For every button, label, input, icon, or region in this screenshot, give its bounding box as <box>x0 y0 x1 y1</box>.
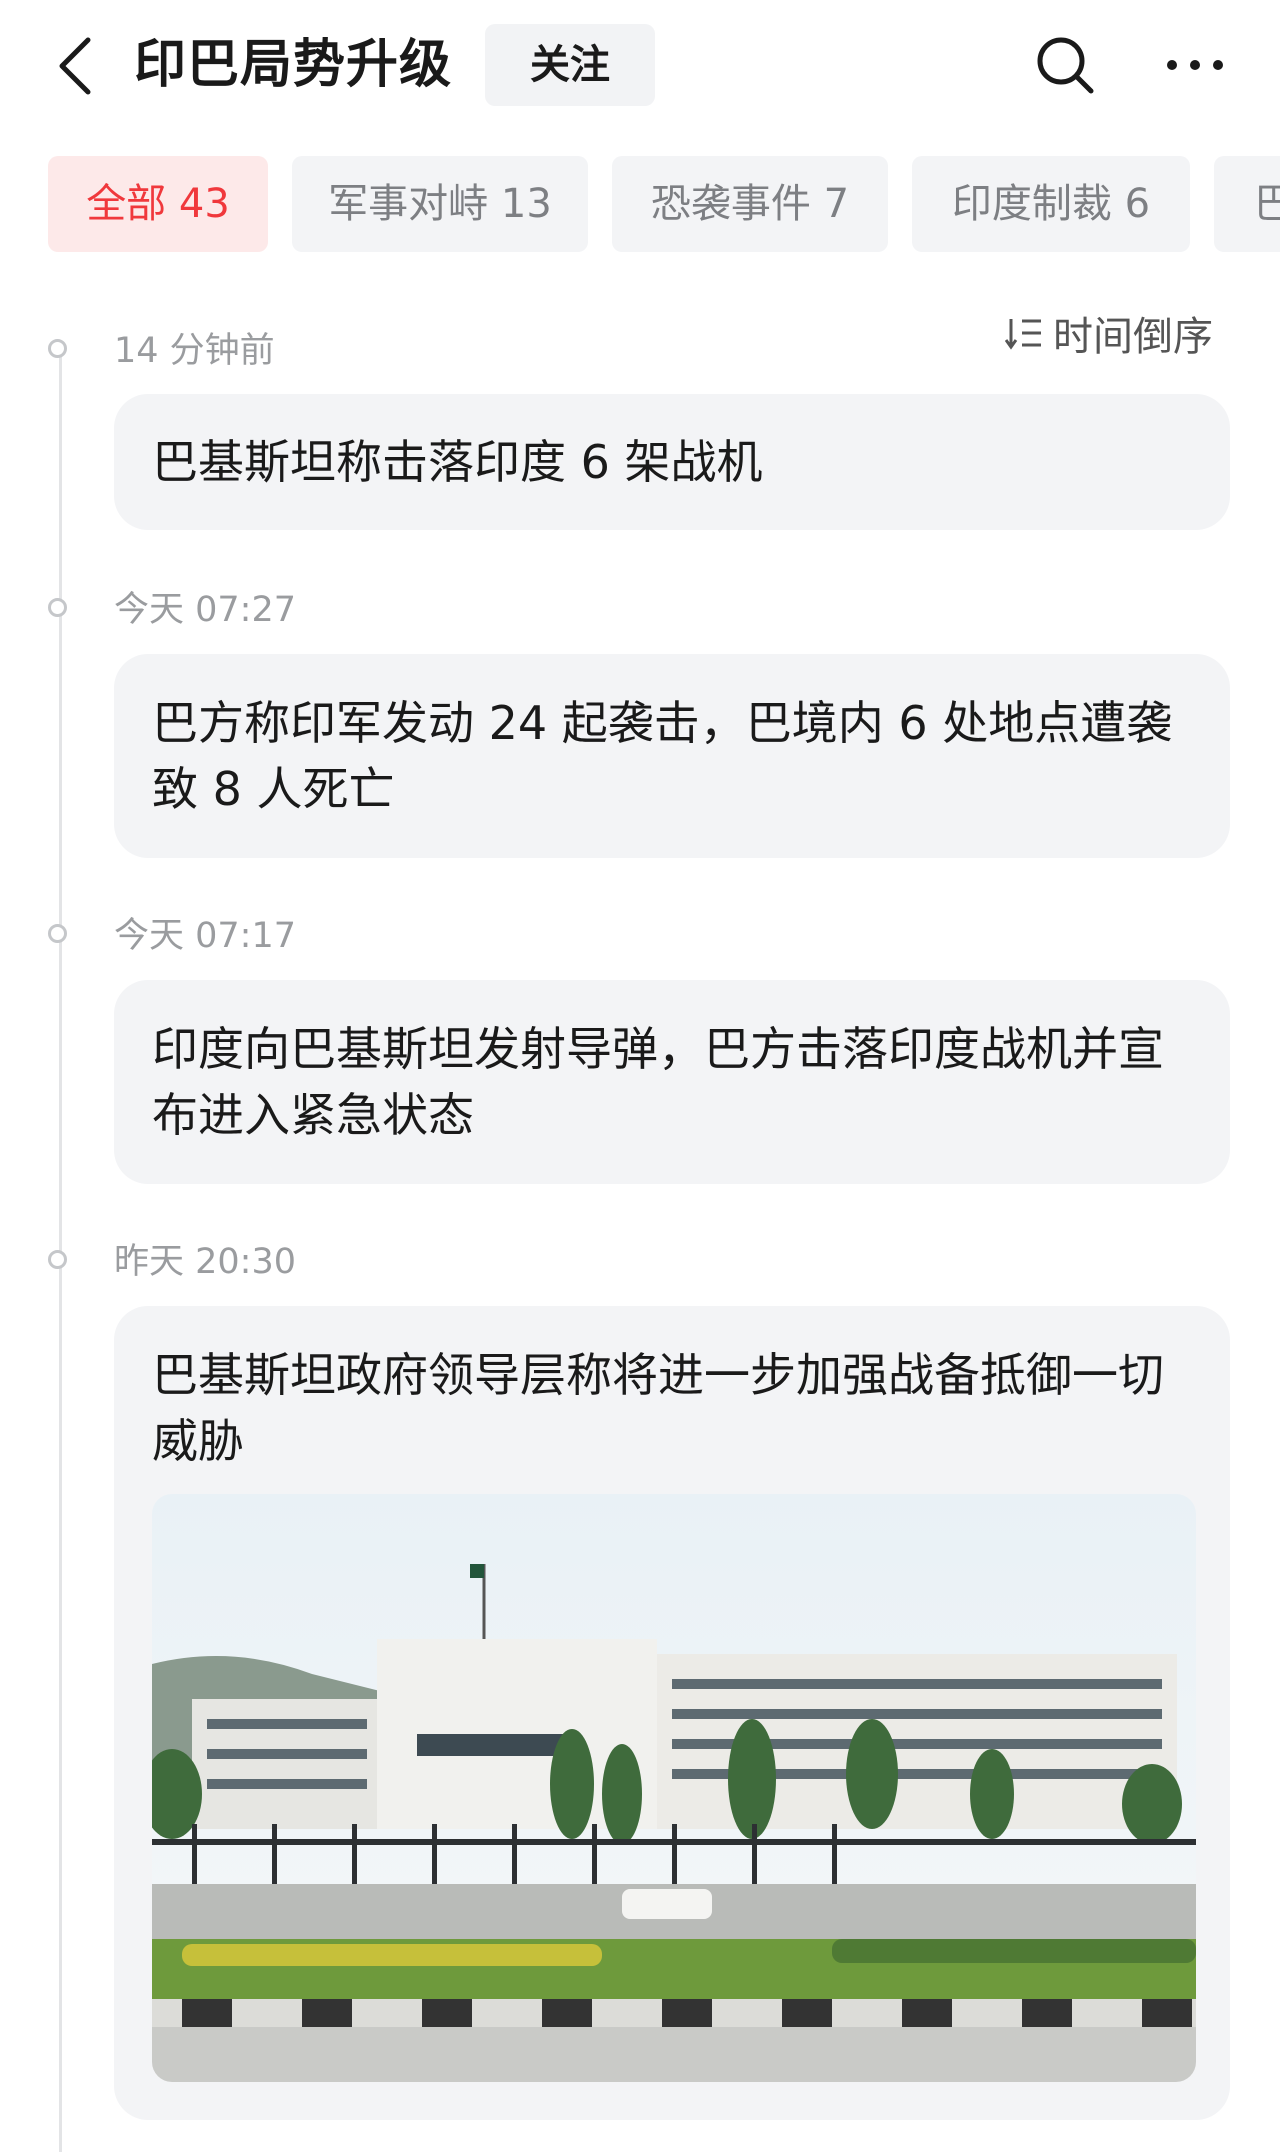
timeline-card[interactable]: 巴基斯坦政府领导层称将进一步加强战备抵御一切威胁 <box>114 1306 1230 2120</box>
timeline-dot <box>48 339 67 358</box>
tab-all[interactable]: 全部 43 <box>48 156 268 252</box>
category-tabs: 全部 43 军事对峙 13 恐袭事件 7 印度制裁 6 巴 <box>0 156 1280 252</box>
back-arrow-icon <box>59 37 91 95</box>
timeline-dot <box>48 598 67 617</box>
tab-partial-next[interactable]: 巴 <box>1214 156 1280 252</box>
timeline-card-text: 巴基斯坦政府领导层称将进一步加强战备抵御一切威胁 <box>152 1348 1164 1468</box>
timeline-time: 14 分钟前 <box>114 331 275 371</box>
more-button[interactable] <box>1160 30 1230 100</box>
back-button[interactable] <box>44 28 104 104</box>
timeline-dot <box>48 924 67 943</box>
tab-military-standoff[interactable]: 军事对峙 13 <box>292 156 588 252</box>
timeline-card-text: 印度向巴基斯坦发射导弹，巴方击落印度战机并宣布进入紧急状态 <box>152 1022 1164 1142</box>
sort-label: 时间倒序 <box>1053 314 1213 360</box>
timeline-time: 今天 07:27 <box>114 590 296 630</box>
timeline-card[interactable]: 巴方称印军发动 24 起袭击，巴境内 6 处地点遭袭致 8 人死亡 <box>114 654 1230 858</box>
tab-india-sanctions[interactable]: 印度制裁 6 <box>912 156 1190 252</box>
search-button[interactable] <box>1030 30 1100 100</box>
sort-icon <box>1005 319 1041 350</box>
top-bar: 印巴局势升级 关注 <box>0 0 1280 132</box>
timeline-card-text: 巴基斯坦称击落印度 6 架战机 <box>152 435 763 489</box>
timeline-card-text: 巴方称印军发动 24 起袭击，巴境内 6 处地点遭袭致 8 人死亡 <box>152 696 1173 816</box>
timeline-card[interactable]: 印度向巴基斯坦发射导弹，巴方击落印度战机并宣布进入紧急状态 <box>114 980 1230 1184</box>
search-icon <box>1037 37 1094 94</box>
more-icon <box>1167 60 1223 70</box>
timeline-dot <box>48 1250 67 1269</box>
timeline-card[interactable]: 巴基斯坦称击落印度 6 架战机 <box>114 394 1230 530</box>
timeline-time: 今天 07:17 <box>114 916 296 956</box>
tab-terror-attacks[interactable]: 恐袭事件 7 <box>612 156 888 252</box>
sort-order-button[interactable]: 时间倒序 <box>1005 306 1213 360</box>
timeline-time: 昨天 20:30 <box>114 1242 296 1282</box>
news-photo[interactable] <box>152 1494 1196 2082</box>
page-title: 印巴局势升级 <box>134 35 453 95</box>
follow-button[interactable]: 关注 <box>485 24 655 106</box>
